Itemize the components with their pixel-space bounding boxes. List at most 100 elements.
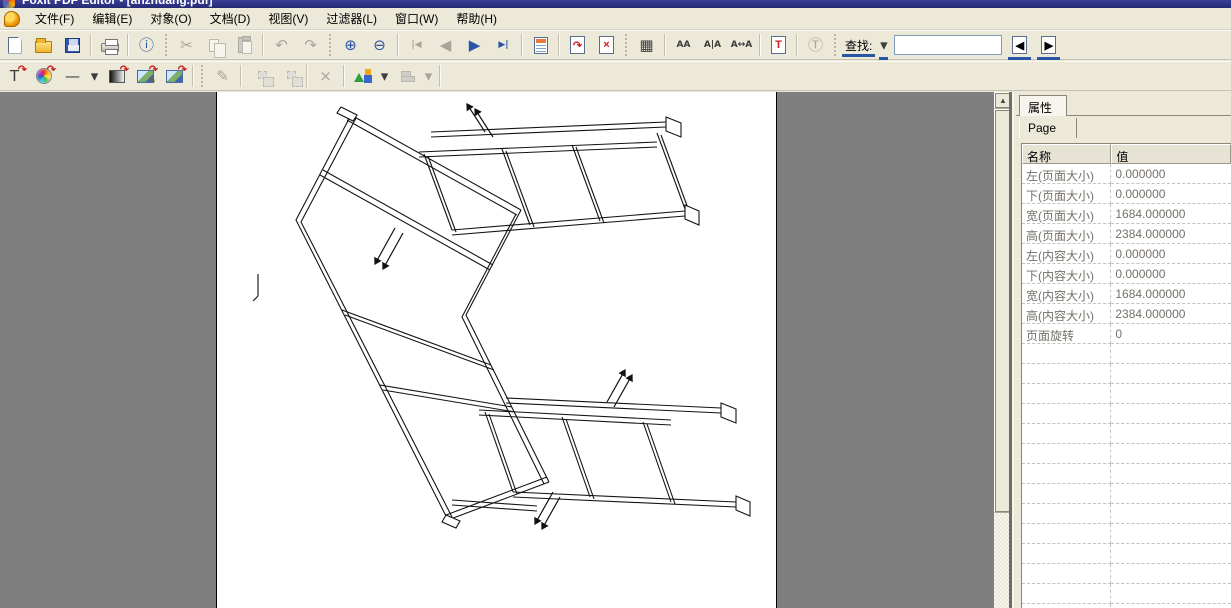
- page-layout-button[interactable]: [527, 33, 554, 58]
- import-text-button[interactable]: T: [765, 33, 792, 58]
- menu-object[interactable]: 对象(O): [141, 10, 200, 28]
- font-width-button[interactable]: A|A: [699, 33, 726, 58]
- copy-button[interactable]: [202, 33, 229, 58]
- zoom-out-button[interactable]: ⊖: [366, 33, 393, 58]
- property-value[interactable]: 0.000000: [1111, 244, 1231, 264]
- isometric-frame-drawing: [217, 92, 778, 608]
- property-row-empty: [1022, 444, 1231, 464]
- property-value[interactable]: 0.000000: [1111, 164, 1231, 184]
- property-row: 宽(内容大小)1684.000000: [1022, 284, 1231, 304]
- font-spacing-button[interactable]: A↔A: [728, 33, 755, 58]
- last-page-button[interactable]: ▶|: [490, 33, 517, 58]
- document-info-button[interactable]: ⓘ: [133, 33, 160, 58]
- undo-button[interactable]: ↶: [268, 33, 295, 58]
- print-button[interactable]: [96, 33, 123, 58]
- next-page-icon: ▶: [469, 38, 481, 53]
- delete-pages-button[interactable]: ×: [593, 33, 620, 58]
- property-value: [1111, 384, 1231, 404]
- property-value: [1111, 444, 1231, 464]
- property-value[interactable]: 2384.000000: [1111, 224, 1231, 244]
- cut-button[interactable]: ✂: [173, 33, 200, 58]
- tab-page[interactable]: Page: [1019, 118, 1077, 138]
- properties-panel: 属性 Page 名称值左(页面大小)0.000000下(页面大小)0.00000…: [1012, 92, 1231, 608]
- menu-document[interactable]: 文档(D): [201, 10, 260, 28]
- find-next-button[interactable]: ▶: [1035, 33, 1062, 58]
- menu-filter[interactable]: 过滤器(L): [317, 10, 386, 28]
- toolbar-separator: [240, 65, 242, 87]
- prev-page-icon: ◀: [440, 38, 452, 53]
- property-name: [1022, 364, 1111, 384]
- ungroup-objects-button[interactable]: [275, 64, 302, 89]
- toolbar-separator: [343, 65, 345, 87]
- app-window-icon: [3, 0, 15, 8]
- document-canvas[interactable]: [0, 92, 994, 608]
- next-page-button[interactable]: ▶: [461, 33, 488, 58]
- toolbar-grip[interactable]: [833, 34, 838, 56]
- property-value[interactable]: 2384.000000: [1111, 304, 1231, 324]
- first-page-button[interactable]: |◀: [403, 33, 430, 58]
- menu-file[interactable]: 文件(F): [26, 10, 83, 28]
- toolbar-separator: [558, 34, 560, 56]
- vertical-scrollbar[interactable]: ▲: [994, 92, 1012, 608]
- copy-icon: [213, 39, 219, 52]
- menu-bar: 文件(F)编辑(E)对象(O)文档(D)视图(V)过滤器(L)窗口(W)帮助(H…: [0, 8, 1231, 30]
- keyboard-button[interactable]: ▦: [633, 33, 660, 58]
- tab-properties[interactable]: 属性: [1019, 95, 1067, 116]
- edit-image-button[interactable]: [132, 64, 159, 89]
- align-objects-button[interactable]: [393, 64, 420, 89]
- menu-window[interactable]: 窗口(W): [386, 10, 447, 28]
- shapes-options-dropdown[interactable]: ▾: [378, 64, 391, 89]
- toolbar-grip[interactable]: [200, 65, 205, 87]
- menu-help[interactable]: 帮助(H): [447, 10, 506, 28]
- insert-text-button[interactable]: T: [1, 64, 28, 89]
- insert-image-button[interactable]: [161, 64, 188, 89]
- ungroup-objects-icon: [287, 74, 291, 79]
- edit-object-button[interactable]: ✎: [209, 64, 236, 89]
- open-button[interactable]: [30, 33, 57, 58]
- toolbar-grip[interactable]: [624, 34, 629, 56]
- scrollbar-track[interactable]: [994, 513, 1012, 608]
- property-row-empty: [1022, 464, 1231, 484]
- menu-view[interactable]: 视图(V): [259, 10, 317, 28]
- scrollbar-thumb[interactable]: [994, 109, 1012, 513]
- prev-page-button[interactable]: ◀: [432, 33, 459, 58]
- zoom-in-button[interactable]: ⊕: [337, 33, 364, 58]
- scroll-up-button[interactable]: ▲: [994, 92, 1012, 109]
- redo-button[interactable]: ↷: [297, 33, 324, 58]
- insert-image-icon: [166, 70, 183, 83]
- property-value[interactable]: 1684.000000: [1111, 204, 1231, 224]
- property-row-empty: [1022, 584, 1231, 604]
- delete-pages-icon: ×: [599, 36, 614, 54]
- replace-font-button[interactable]: AA: [670, 33, 697, 58]
- delete-object-button[interactable]: ×: [312, 64, 339, 89]
- group-objects-button[interactable]: [246, 64, 273, 89]
- toolbar-grip[interactable]: [328, 34, 333, 56]
- insert-color-button[interactable]: [30, 64, 57, 89]
- font-spacing-icon: A↔A: [731, 41, 752, 50]
- save-button[interactable]: [59, 33, 86, 58]
- align-options-dropdown[interactable]: ▾: [422, 64, 435, 89]
- insert-shading-button[interactable]: [103, 64, 130, 89]
- paste-button[interactable]: [231, 33, 258, 58]
- pdf-page[interactable]: [216, 92, 777, 608]
- text-tool-button[interactable]: Ⓣ: [802, 33, 829, 58]
- property-value[interactable]: 0.000000: [1111, 184, 1231, 204]
- app-icon[interactable]: [4, 11, 20, 27]
- property-value[interactable]: 0.000000: [1111, 264, 1231, 284]
- find-prev-button[interactable]: ◀: [1006, 33, 1033, 58]
- property-value[interactable]: 1684.000000: [1111, 284, 1231, 304]
- line-options-dropdown[interactable]: ▾: [88, 64, 101, 89]
- find-input[interactable]: [894, 35, 1002, 55]
- insert-line-button[interactable]: —: [59, 64, 86, 89]
- property-name: [1022, 504, 1111, 524]
- toolbar-separator: [759, 34, 761, 56]
- insert-shapes-button[interactable]: [349, 64, 376, 89]
- menu-edit[interactable]: 编辑(E): [83, 10, 141, 28]
- toolbar-grip[interactable]: [164, 34, 169, 56]
- find-options-dropdown[interactable]: ▾: [877, 33, 890, 58]
- new-document-button[interactable]: [1, 33, 28, 58]
- property-value[interactable]: 0: [1111, 324, 1231, 344]
- property-name: [1022, 404, 1111, 424]
- rotate-pages-button[interactable]: ↷: [564, 33, 591, 58]
- property-value: [1111, 484, 1231, 504]
